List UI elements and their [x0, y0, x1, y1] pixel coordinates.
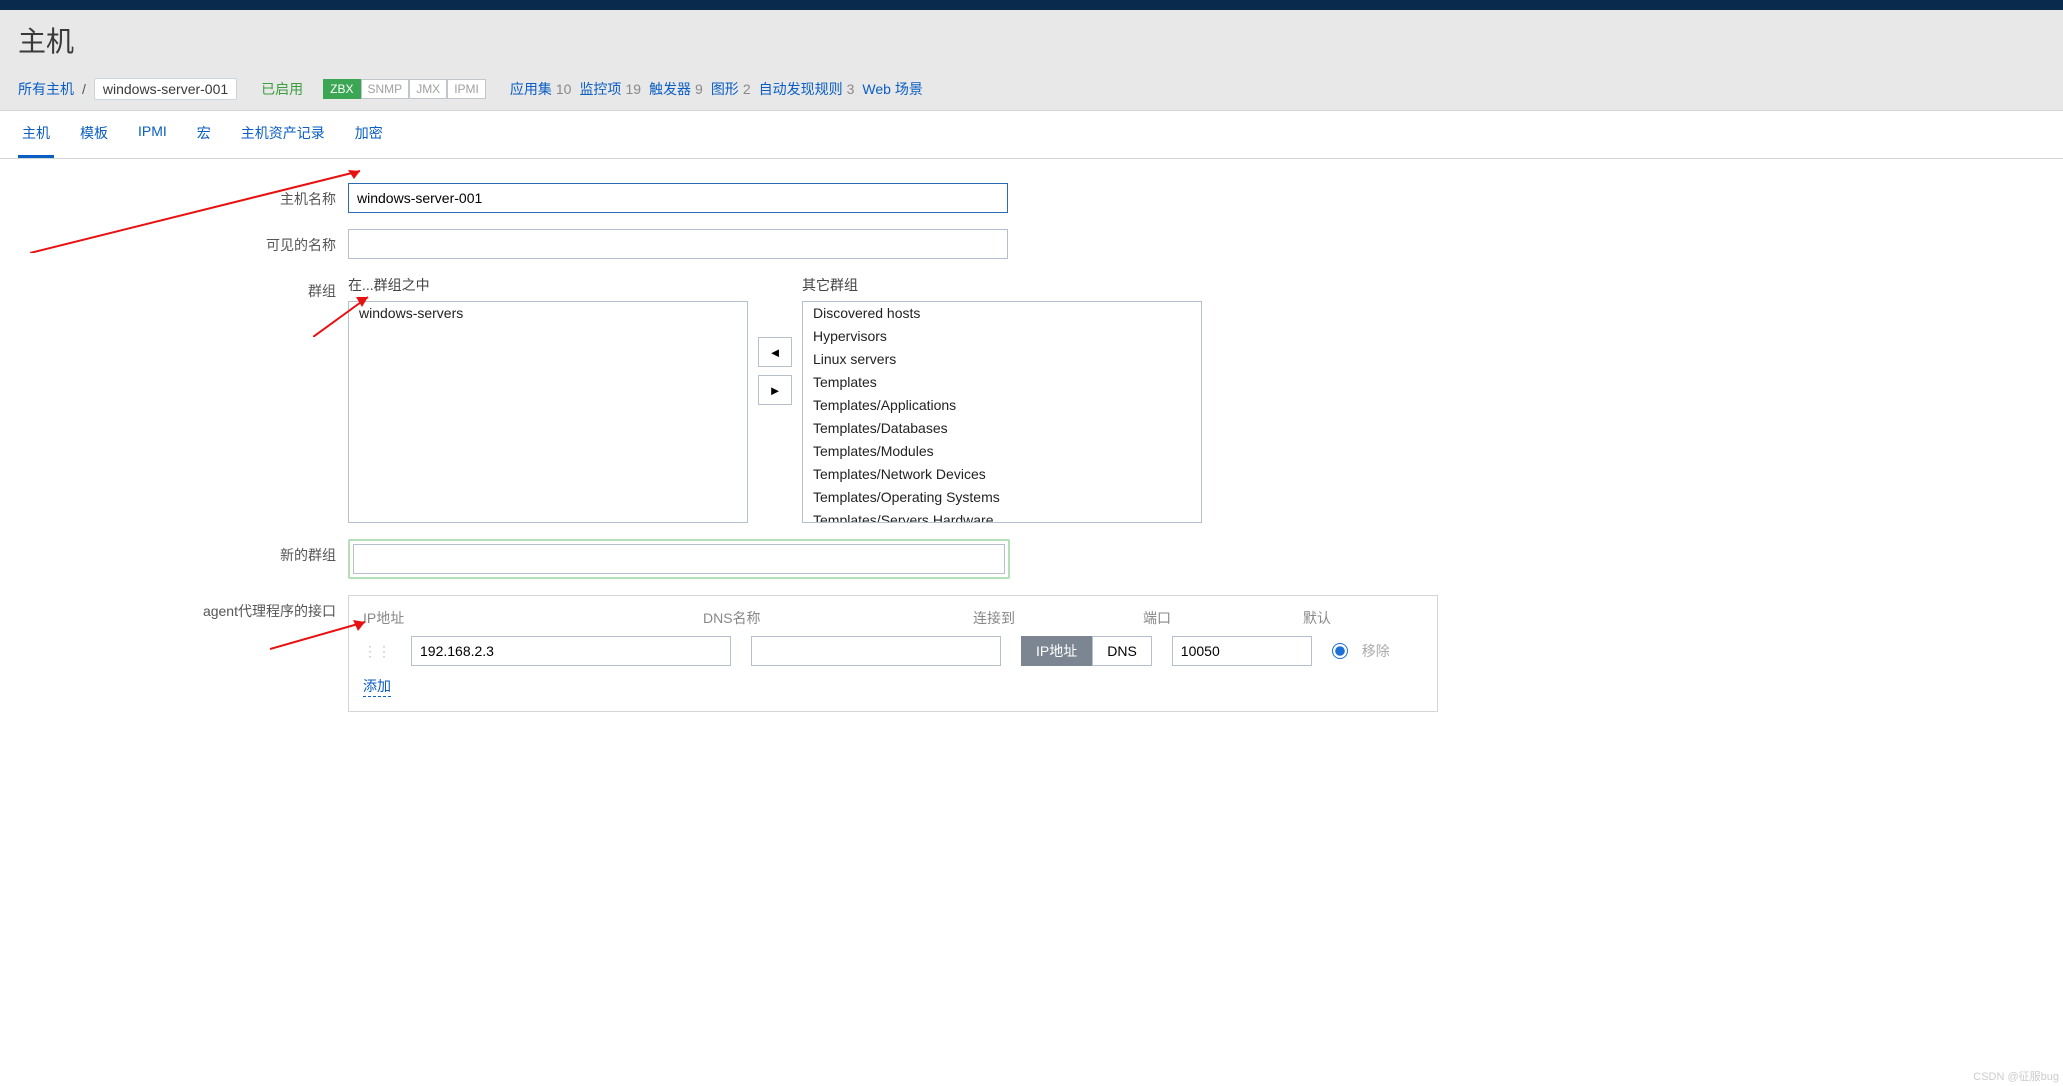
- list-item[interactable]: Templates/Network Devices: [803, 463, 1201, 486]
- visible-name-input[interactable]: [348, 229, 1008, 259]
- agent-interface-box: IP地址 DNS名称 连接到 端口 默认 ⋮⋮ IP地址 DNS: [348, 595, 1438, 712]
- list-item[interactable]: Hypervisors: [803, 325, 1201, 348]
- drag-handle-icon[interactable]: ⋮⋮: [363, 643, 391, 660]
- availability-snmp: SNMP: [361, 79, 410, 99]
- iface-header-ip: IP地址: [363, 608, 683, 628]
- label-agent-interface: agent代理程序的接口: [18, 595, 348, 621]
- breadcrumb: 所有主机 / windows-server-001 已启用 ZBX SNMP J…: [18, 72, 2045, 110]
- interface-row: ⋮⋮ IP地址 DNS 移除: [363, 636, 1423, 666]
- iface-dns-input[interactable]: [751, 636, 1001, 666]
- label-in-groups: 在...群组之中: [348, 275, 748, 295]
- iface-ip-input[interactable]: [411, 636, 731, 666]
- content: 主机 模板 IPMI 宏 主机资产记录 加密 主机名称 可见的名称 群组: [0, 111, 2063, 768]
- label-host-name: 主机名称: [18, 183, 348, 209]
- tabs: 主机 模板 IPMI 宏 主机资产记录 加密: [0, 111, 2063, 159]
- breadcrumb-all-hosts[interactable]: 所有主机: [18, 79, 74, 99]
- tab-ipmi[interactable]: IPMI: [134, 111, 171, 158]
- availability-zbx: ZBX: [323, 79, 360, 99]
- new-group-input[interactable]: [353, 544, 1005, 574]
- iface-default-radio[interactable]: [1332, 643, 1348, 659]
- header: 主机 所有主机 / windows-server-001 已启用 ZBX SNM…: [0, 10, 2063, 111]
- breadcrumb-host-chip[interactable]: windows-server-001: [94, 78, 237, 100]
- top-nav-bar: [0, 0, 2063, 10]
- connect-to-toggle: IP地址 DNS: [1021, 636, 1152, 666]
- metric-triggers[interactable]: 触发器9: [649, 79, 703, 99]
- metric-web[interactable]: Web 场景: [862, 79, 926, 99]
- iface-add-link[interactable]: 添加: [363, 676, 391, 697]
- move-left-button[interactable]: ◄: [758, 337, 792, 367]
- connect-dns-button[interactable]: DNS: [1092, 636, 1152, 666]
- metric-graphs[interactable]: 图形2: [711, 79, 751, 99]
- iface-header-port: 端口: [1143, 608, 1283, 628]
- iface-header-dns: DNS名称: [703, 608, 953, 628]
- iface-remove-link[interactable]: 移除: [1362, 641, 1390, 661]
- iface-port-input[interactable]: [1172, 636, 1312, 666]
- list-item[interactable]: Templates/Databases: [803, 417, 1201, 440]
- tab-encryption[interactable]: 加密: [351, 111, 387, 158]
- list-item[interactable]: Discovered hosts: [803, 302, 1201, 325]
- list-item[interactable]: Linux servers: [803, 348, 1201, 371]
- list-item[interactable]: Templates/Applications: [803, 394, 1201, 417]
- watermark: CSDN @征服bug: [1973, 1068, 2059, 1084]
- iface-header-default: 默认: [1303, 608, 1393, 628]
- page-title: 主机: [18, 20, 2045, 72]
- list-item[interactable]: Templates/Modules: [803, 440, 1201, 463]
- availability-badges: ZBX SNMP JMX IPMI: [323, 79, 486, 99]
- tab-macros[interactable]: 宏: [193, 111, 215, 158]
- in-groups-listbox[interactable]: windows-servers: [348, 301, 748, 523]
- list-item[interactable]: Templates/Operating Systems: [803, 486, 1201, 509]
- label-new-group: 新的群组: [18, 539, 348, 565]
- connect-ip-button[interactable]: IP地址: [1021, 636, 1092, 666]
- host-form: 主机名称 可见的名称 群组 在...群组之中 windows-servers: [0, 159, 2063, 712]
- status-enabled: 已启用: [261, 79, 303, 99]
- metric-applications[interactable]: 应用集10: [510, 79, 572, 99]
- list-item[interactable]: windows-servers: [349, 302, 747, 325]
- tab-host[interactable]: 主机: [18, 111, 54, 158]
- label-other-groups: 其它群组: [802, 275, 1202, 295]
- tab-templates[interactable]: 模板: [76, 111, 112, 158]
- metric-items[interactable]: 监控项19: [579, 79, 641, 99]
- move-right-button[interactable]: ►: [758, 375, 792, 405]
- other-groups-listbox[interactable]: Discovered hosts Hypervisors Linux serve…: [802, 301, 1202, 523]
- label-groups: 群组: [18, 275, 348, 301]
- tab-inventory[interactable]: 主机资产记录: [237, 111, 329, 158]
- breadcrumb-separator: /: [82, 81, 86, 97]
- availability-jmx: JMX: [409, 79, 447, 99]
- new-group-highlight: [348, 539, 1010, 579]
- label-visible-name: 可见的名称: [18, 229, 348, 255]
- list-item[interactable]: Templates/Servers Hardware: [803, 509, 1201, 523]
- list-item[interactable]: Templates: [803, 371, 1201, 394]
- metric-discovery[interactable]: 自动发现规则3: [759, 79, 855, 99]
- availability-ipmi: IPMI: [447, 79, 486, 99]
- host-name-input[interactable]: [348, 183, 1008, 213]
- iface-header-connect: 连接到: [973, 608, 1123, 628]
